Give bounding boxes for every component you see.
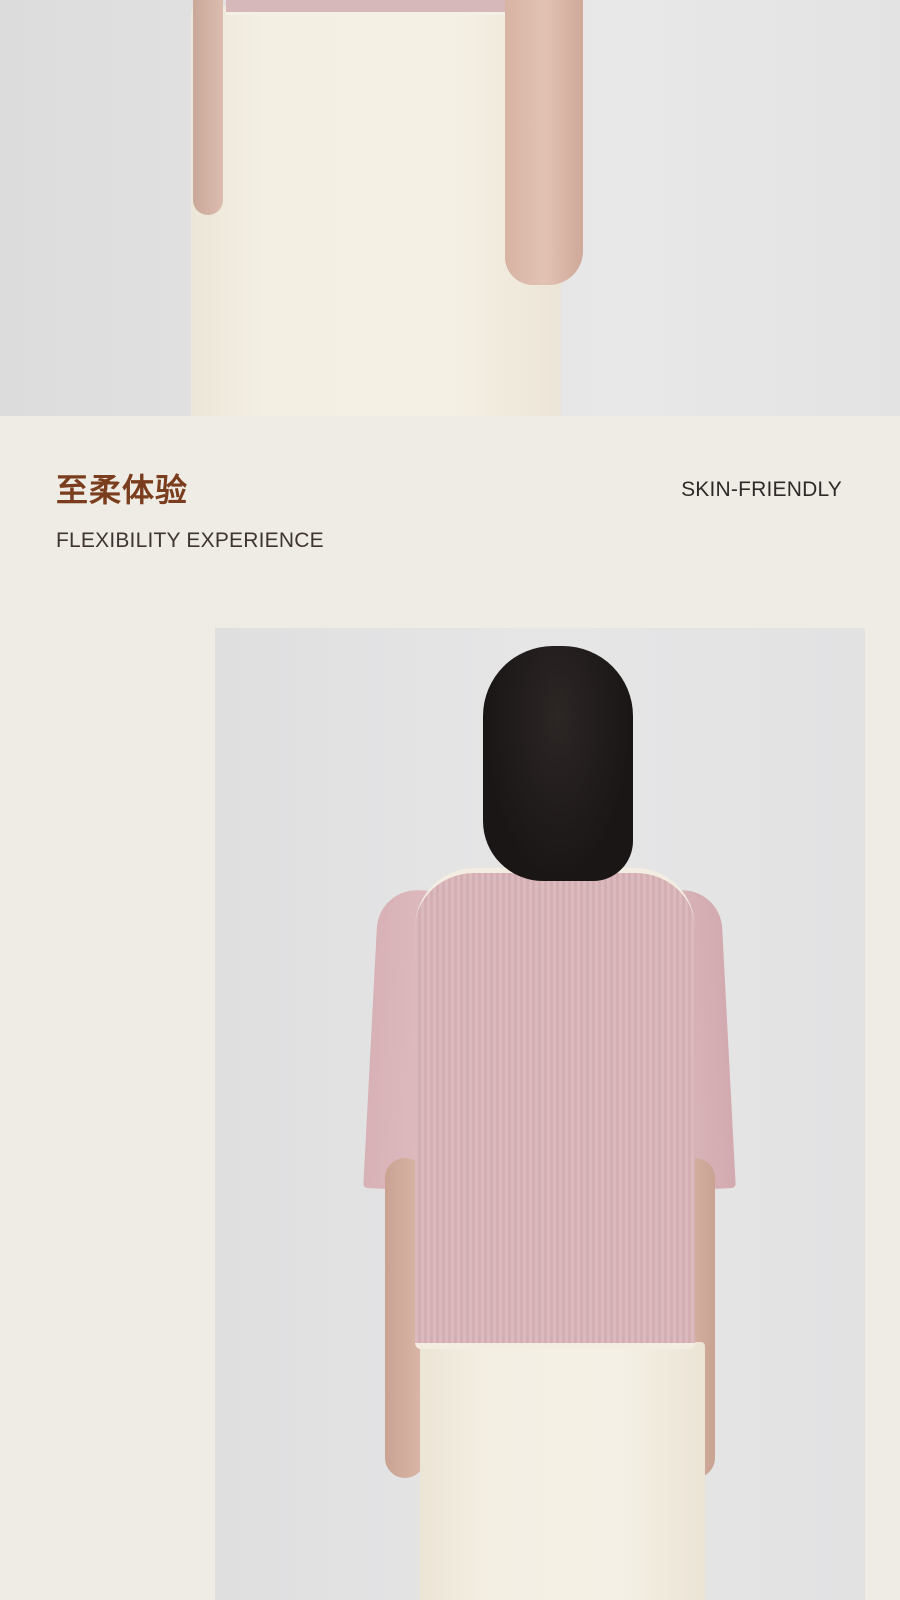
left-hand — [193, 0, 223, 215]
right-hand — [505, 0, 583, 285]
cream-skirt-back — [420, 1342, 705, 1600]
section-title-cn: 至柔体验 — [56, 472, 189, 508]
main-product-photo — [215, 628, 865, 1600]
pink-ribbed-sweater — [415, 868, 695, 1349]
section-title-en: FLEXIBILITY EXPERIENCE — [56, 529, 324, 552]
model-hair — [483, 646, 633, 881]
sweater-hem — [226, 0, 536, 15]
top-product-photo — [0, 0, 900, 416]
feature-tag: SKIN-FRIENDLY — [681, 478, 842, 501]
